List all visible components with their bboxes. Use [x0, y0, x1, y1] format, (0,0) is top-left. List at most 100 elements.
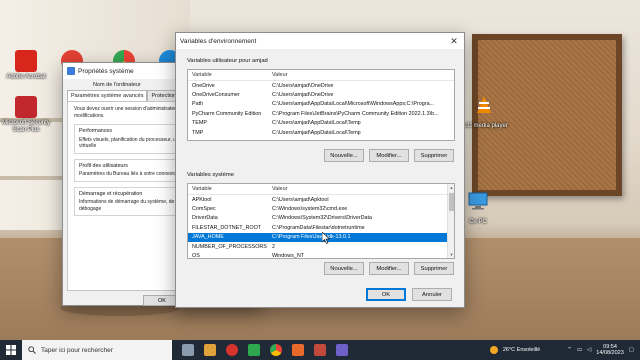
table-row[interactable]: OneDriveConsumer C:\Users\amjad\OneDrive [188, 90, 454, 99]
ms-security-icon [15, 96, 37, 118]
system-variables-rows: APKtool C:\Users\amjad\Apktool ComSpec C:\W… [188, 195, 454, 259]
variable-value-cell: C:\ProgramData\Filestar\dotnetruntime [272, 224, 365, 231]
table-row[interactable]: OS Windows_NT [188, 251, 454, 259]
start-button[interactable] [0, 340, 22, 360]
column-header-value[interactable]: Valeur [268, 72, 454, 78]
chrome-icon[interactable] [270, 344, 282, 356]
close-icon[interactable]: ✕ [444, 33, 464, 49]
cancel-button[interactable]: Annuler [412, 288, 452, 301]
variable-value-cell: C:\Users\amjad\OneDrive [272, 92, 334, 99]
desktop-icon-adobe[interactable]: Adobe Acrobat [0, 50, 52, 81]
table-row[interactable]: Path C:\Users\amjad\AppData\Local\Microso… [188, 100, 454, 109]
variable-value-cell: Windows_NT [272, 253, 305, 259]
settings-app-icon[interactable] [336, 344, 348, 356]
variable-value-cell: C:\Users\amjad\OneDrive [272, 82, 334, 89]
system-variables-table: Variable Valeur APKtool C:\Users\amjad\Ap… [187, 183, 455, 259]
variable-value-cell: C:\Program Files\JetBrains\PyCharm Commu… [272, 110, 439, 117]
system-variables-label: Variables système [187, 172, 234, 178]
variable-name-cell: APKtool [192, 196, 212, 203]
taskbar-search-box[interactable]: Taper ici pour rechercher [22, 340, 172, 360]
variable-name-cell: TEMP [192, 120, 207, 127]
search-placeholder: Taper ici pour rechercher [41, 346, 113, 354]
variable-value-cell: C:\Windows\System32\Drivers\DriverData [272, 215, 373, 222]
notifications-icon[interactable]: ▢ [629, 347, 634, 353]
table-row[interactable]: TMP C:\Users\amjad\AppData\Local\Temp [188, 128, 454, 137]
table-row[interactable]: FILESTAR_DOTNET_ROOT C:\ProgramData\Files… [188, 223, 454, 232]
scroll-up-icon[interactable]: ▲ [448, 184, 454, 191]
clock[interactable]: 09:54 14/08/2023 [596, 344, 624, 357]
table-row[interactable]: TEMP C:\Users\amjad\AppData\Local\Temp [188, 119, 454, 128]
variable-value-cell: C:\Users\amjad\AppData\Local\Microsoft\W… [272, 101, 435, 108]
desktop-icon-security[interactable]: Microsoft Security Scan Plus [0, 96, 52, 134]
desktop-icon-label: Microsoft Security Scan Plus [2, 120, 50, 133]
desktop-icon-label: Adobe Acrobat [6, 74, 46, 80]
sun-weather-icon [489, 346, 498, 354]
dialog-titlebar[interactable]: Variables d'environnement ✕ [176, 33, 464, 49]
variable-name-cell: JAVA_HOME [192, 234, 224, 241]
variable-name-cell: OneDriveConsumer [192, 92, 240, 99]
table-header: Variable Valeur [188, 70, 454, 81]
system-tray: 26°C Ensoleillé ⌃ ▭ ◁ 09:54 14/08/2023 ▢ [489, 340, 640, 360]
table-row[interactable]: OneDrive C:\Users\amjad\OneDrive [188, 81, 454, 90]
tab-advanced[interactable]: Paramètres système avancés [67, 90, 148, 101]
user-new-button[interactable]: Nouvelle... [324, 149, 364, 162]
user-edit-button[interactable]: Modifier... [369, 149, 409, 162]
tray-chevron-icon[interactable]: ⌃ [567, 347, 572, 353]
variable-name-cell: PyCharm Community Edition [192, 110, 262, 117]
variable-name-cell: OneDrive [192, 82, 215, 89]
user-variables-rows: OneDrive C:\Users\amjad\OneDrive OneDriveC… [188, 81, 454, 137]
system-edit-button[interactable]: Modifier... [369, 262, 409, 275]
table-row[interactable]: NUMBER_OF_PROCESSORS 2 [188, 242, 454, 251]
table-row[interactable]: APKtool C:\Users\amjad\Apktool [188, 195, 454, 204]
variable-name-cell: FILESTAR_DOTNET_ROOT [192, 224, 262, 231]
scroll-down-icon[interactable]: ▼ [448, 251, 454, 258]
column-header-variable[interactable]: Variable [188, 72, 268, 78]
table-row[interactable]: PyCharm Community Edition C:\Program File… [188, 109, 454, 118]
computer-icon [468, 192, 488, 210]
vertical-scrollbar[interactable]: ▲ ▼ [447, 184, 454, 258]
opera-icon[interactable] [226, 344, 238, 356]
task-view-icon[interactable] [182, 344, 194, 356]
desktop-icon-label: VLC media player [460, 123, 508, 129]
taskbar: Taper ici pour rechercher 26°C Ensoleill… [0, 340, 640, 360]
system-properties-icon [67, 67, 75, 75]
variable-name-cell: ComSpec [192, 206, 216, 213]
user-variables-table: Variable Valeur OneDrive C:\Users\amjad\O… [187, 69, 455, 141]
network-icon[interactable]: ▭ [577, 347, 582, 353]
environment-variables-dialog: Variables d'environnement ✕ Variables ut… [175, 32, 465, 308]
table-header: Variable Valeur [188, 184, 454, 195]
variable-value-cell: C:\Users\amjad\AppData\Local\Temp [272, 120, 361, 127]
variable-value-cell: 2 [272, 243, 275, 250]
variable-value-cell: C:\Users\amjad\AppData\Local\Temp [272, 129, 361, 136]
volume-icon[interactable]: ◁ [587, 347, 591, 353]
weather-text[interactable]: 26°C Ensoleillé [503, 347, 540, 353]
table-row[interactable]: ComSpec C:\Windows\system32\cmd.exe [188, 204, 454, 213]
variable-name-cell: NUMBER_OF_PROCESSORS [192, 243, 267, 250]
ok-button[interactable]: OK [366, 288, 406, 301]
column-header-value[interactable]: Valeur [268, 186, 454, 192]
variable-value-cell: C:\Windows\system32\cmd.exe [272, 206, 348, 213]
variable-value-cell: C:\Users\amjad\Apktool [272, 196, 329, 203]
camtasia-icon[interactable] [248, 344, 260, 356]
desktop-icon-vlc[interactable]: VLC media player [458, 94, 510, 130]
scroll-thumb[interactable] [449, 193, 454, 211]
system-delete-button[interactable]: Supprimer [414, 262, 454, 275]
dialog-title: Variables d'environnement [180, 37, 257, 45]
table-row[interactable]: DriverData C:\Windows\System32\Drivers\Dr… [188, 214, 454, 223]
table-row[interactable]: JAVA_HOME C:\Program Files\Java\jdk-13.0.… [188, 232, 454, 242]
file-explorer-icon[interactable] [204, 344, 216, 356]
variable-name-cell: OS [192, 253, 200, 259]
column-header-variable[interactable]: Variable [188, 186, 268, 192]
user-delete-button[interactable]: Supprimer [414, 149, 454, 162]
adobe-acrobat-icon [15, 50, 37, 72]
app-icon[interactable] [314, 344, 326, 356]
variable-value-cell: C:\Program Files\Java\jdk-13.0.1 [272, 234, 351, 241]
clock-date: 14/08/2023 [596, 350, 624, 356]
windows-logo-icon [6, 345, 16, 355]
recorder-icon[interactable] [292, 344, 304, 356]
variable-name-cell: Path [192, 101, 204, 108]
vlc-icon [477, 96, 491, 113]
system-new-button[interactable]: Nouvelle... [324, 262, 364, 275]
mouse-cursor-icon [322, 232, 330, 244]
user-variables-label: Variables utilisateur pour amjad [187, 58, 268, 64]
